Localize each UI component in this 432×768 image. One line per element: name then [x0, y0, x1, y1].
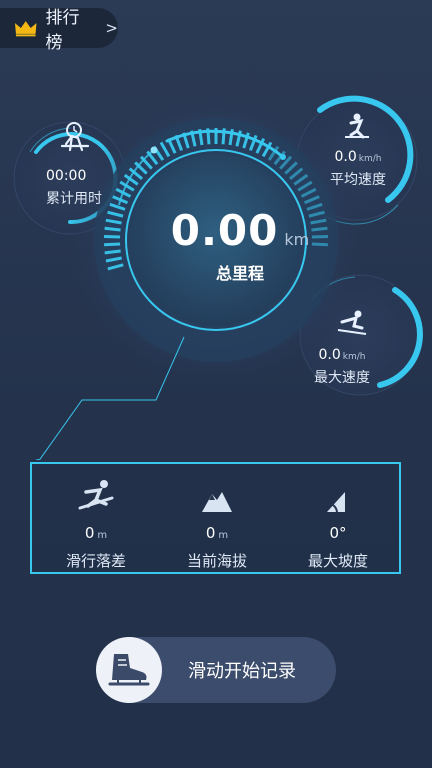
slide-to-start-label: 滑动开始记录: [188, 661, 296, 682]
skate-boot-icon: [108, 654, 150, 686]
drop-label: 滑行落差: [65, 552, 126, 570]
slope-label: 最大坡度: [307, 552, 368, 570]
mountain-icon: [202, 492, 232, 512]
total-distance-value: 0.00: [170, 206, 279, 255]
stats-panel: 0m 滑行落差 0m 当前海拔 0° 最大坡度: [30, 462, 401, 574]
time-value: 00:00: [46, 168, 87, 184]
max-speed-unit: km/h: [342, 352, 366, 362]
altitude-unit: m: [218, 530, 229, 541]
avg-speed-unit: km/h: [358, 154, 382, 164]
time-stat: 00:00 累计用时: [26, 168, 116, 208]
slide-knob[interactable]: [96, 637, 162, 703]
gauge-tick: [104, 234, 121, 239]
drop-stat: 0m 滑行落差: [36, 464, 156, 571]
snowboard-icon: [78, 480, 114, 510]
total-distance-unit: km: [284, 230, 310, 249]
total-distance: 0.00 km: [165, 206, 315, 255]
gauge-tick: [104, 242, 121, 247]
slope-value: 0°: [329, 524, 347, 542]
avg-speed-value: 0.0: [334, 149, 357, 165]
slope-icon: [327, 492, 345, 513]
max-speed-label: 最大速度: [314, 370, 370, 386]
max-speed-stat: 0.0 km/h 最大速度: [302, 344, 382, 387]
time-label: 累计用时: [46, 191, 102, 207]
max-speed-value: 0.0: [318, 347, 341, 363]
altitude-stat: 0m 当前海拔: [157, 464, 277, 571]
slide-to-start[interactable]: 滑动开始记录: [96, 637, 336, 703]
total-distance-label: 总里程: [215, 264, 264, 283]
altitude-value: 0: [205, 524, 216, 542]
gauge-tick: [104, 226, 121, 232]
gauge-tick: [104, 249, 121, 255]
drop-value: 0: [84, 524, 95, 542]
slope-stat: 0° 最大坡度: [278, 464, 398, 571]
avg-speed-stat: 0.0 km/h 平均速度: [318, 146, 398, 189]
altitude-label: 当前海拔: [186, 552, 247, 570]
drop-unit: m: [97, 530, 108, 541]
avg-speed-label: 平均速度: [330, 172, 386, 188]
